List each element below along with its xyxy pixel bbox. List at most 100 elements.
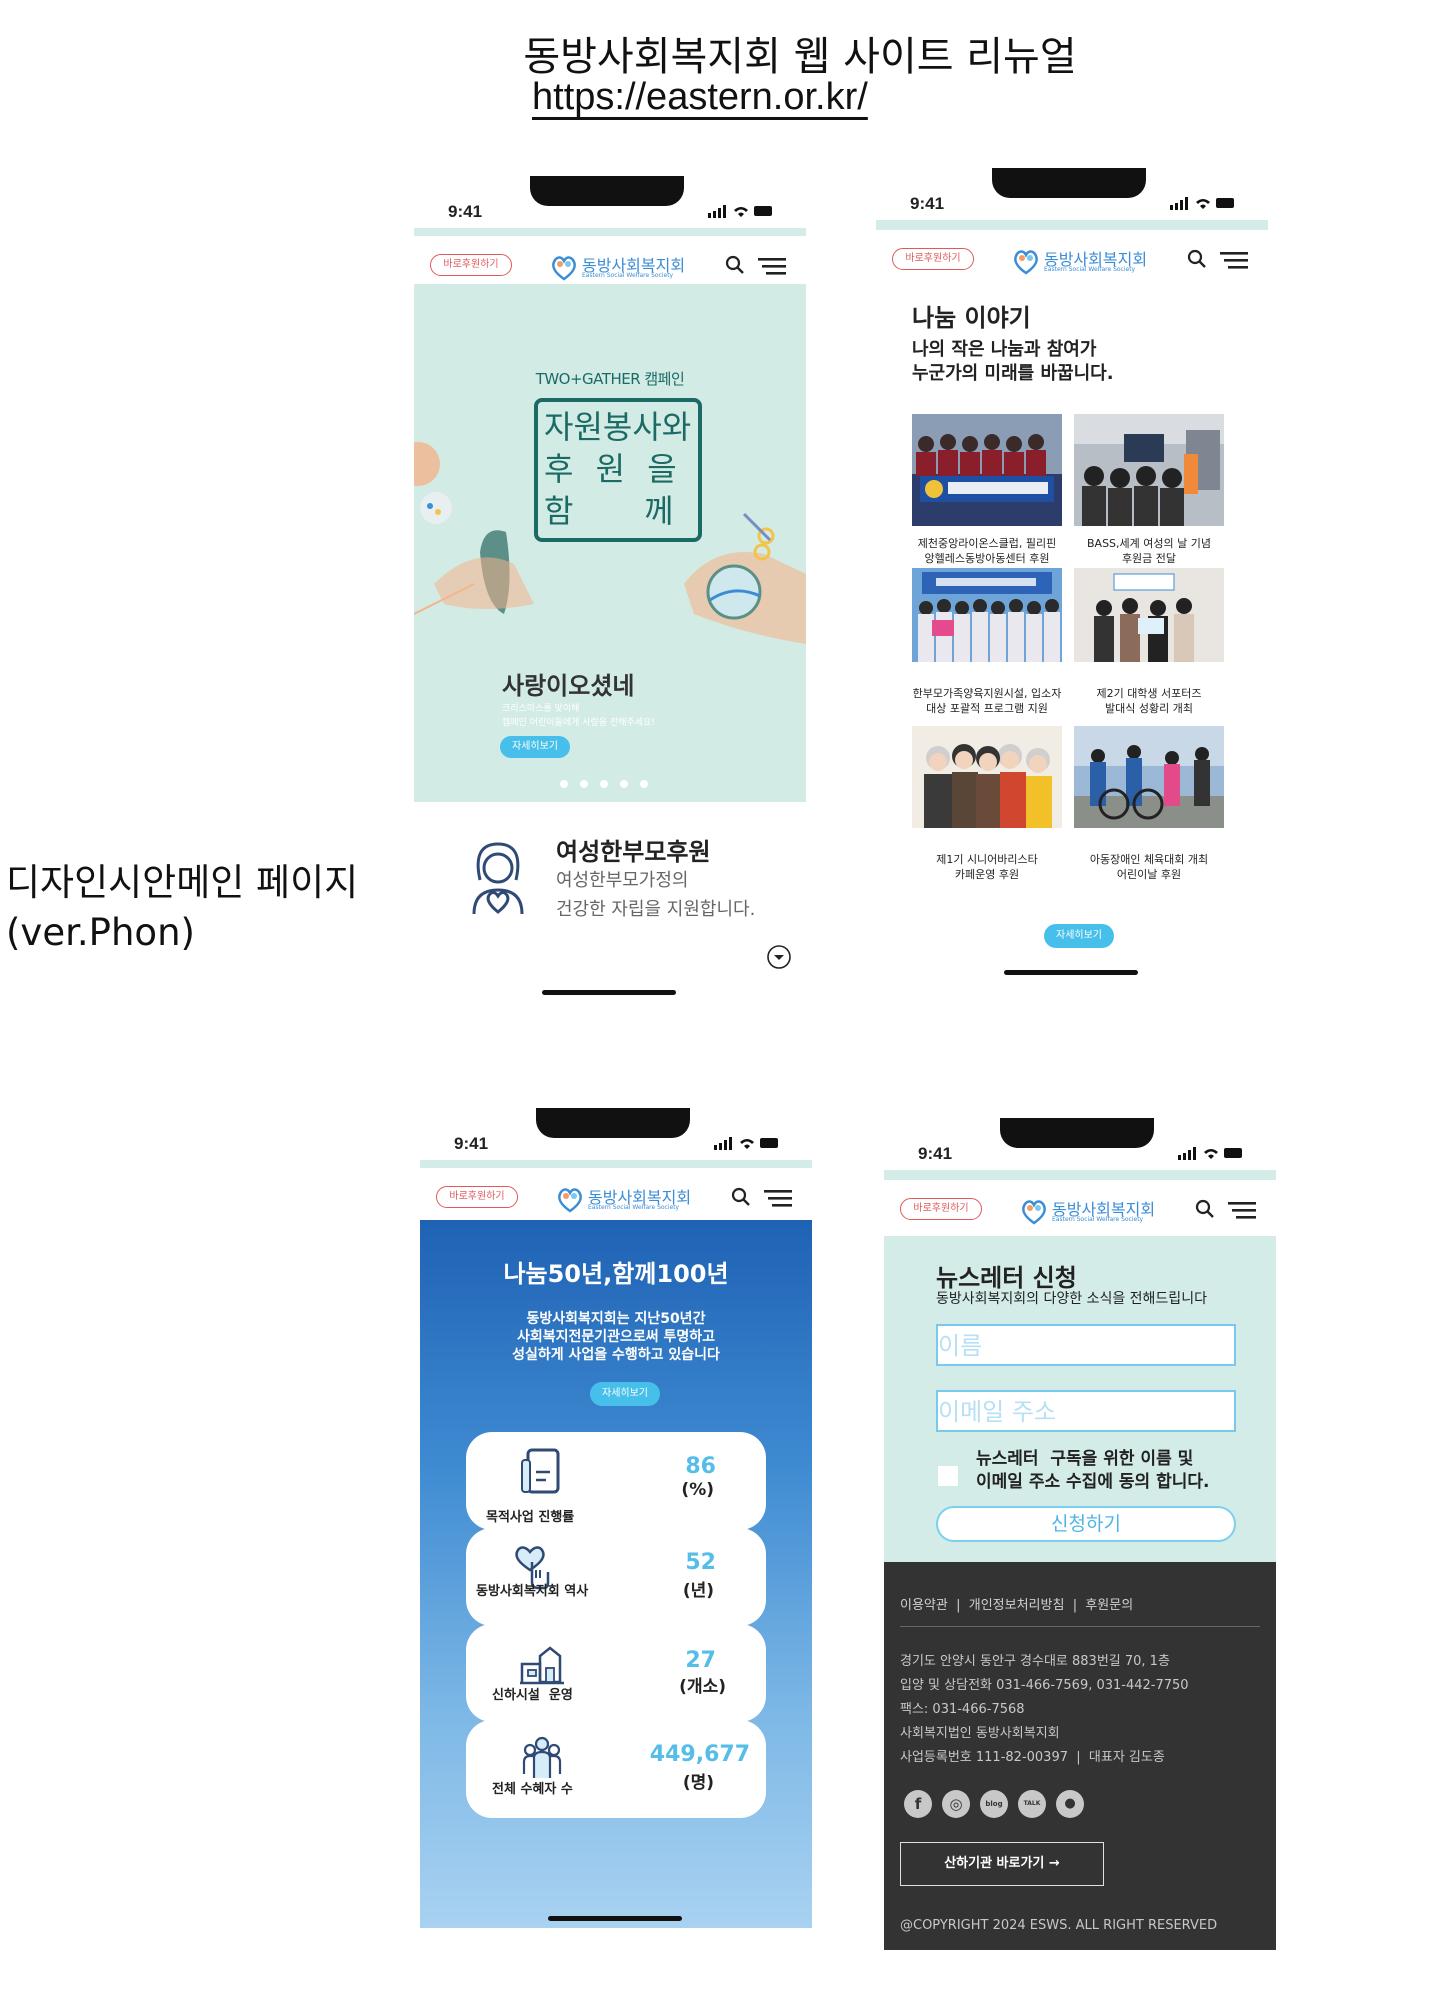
stat-value: 86	[685, 1454, 716, 1479]
logo-icon	[1022, 1200, 1046, 1225]
donate-button[interactable]: 바로후원하기	[430, 254, 512, 276]
logo[interactable]: 동방사회복지회 Eastern Social Welfare Society	[1020, 1194, 1160, 1228]
search-icon[interactable]	[1186, 248, 1208, 270]
notch	[530, 176, 684, 206]
story-photo[interactable]	[912, 568, 1062, 662]
stat-value: 27	[685, 1648, 716, 1673]
story-caption[interactable]: 제1기 시니어바리스타 카페운영 후원	[902, 852, 1072, 882]
menu-icon[interactable]	[1220, 250, 1250, 270]
people-icon	[522, 1736, 562, 1778]
stats-more-button[interactable]: 자세히보기	[590, 1382, 660, 1406]
subscribe-button[interactable]: 신청하기	[936, 1506, 1236, 1542]
menu-icon[interactable]	[758, 256, 788, 276]
slide-dot[interactable]	[580, 780, 588, 788]
story-caption-line2: 앙헬레스동방아동센터 후원	[924, 552, 1050, 565]
logo[interactable]: 동방사회복지회 Eastern Social Welfare Society	[550, 250, 690, 284]
campaign-box: 자원봉사와 후 원 을 함 께	[534, 398, 702, 542]
story-photo[interactable]	[1074, 414, 1224, 526]
story-photo[interactable]	[1074, 568, 1224, 662]
logo[interactable]: 동방사회복지회 Eastern Social Welfare Society	[1012, 244, 1152, 278]
consent-checkbox[interactable]	[938, 1466, 958, 1486]
blog-icon[interactable]: blog	[980, 1790, 1008, 1818]
story-photo[interactable]	[912, 414, 1062, 526]
story-caption[interactable]: 제2기 대학생 서포터즈 발대식 성황리 개최	[1064, 686, 1234, 716]
stat-label: 목적사업 진행률	[486, 1510, 575, 1525]
name-field[interactable]: 이름	[936, 1324, 1236, 1366]
story-caption[interactable]: 한부모가족양육지원시설, 입소자 대상 포괄적 프로그램 지원	[902, 686, 1072, 716]
building-icon	[520, 1646, 564, 1685]
business-line: 사업등록번호 111-82-00397 | 대표자 김도종	[900, 1750, 1165, 1765]
story-photo[interactable]	[1074, 726, 1224, 828]
section-subtitle: 나의 작은 나눔과 참여가 누군가의 미래를 바꿉니다.	[912, 338, 1114, 386]
footer-links[interactable]: 이용약관 | 개인정보처리방침 | 후원문의	[900, 1594, 1133, 1613]
fax-line: 팩스: 031-466-7568	[900, 1702, 1025, 1717]
copyright: @COPYRIGHT 2024 ESWS. ALL RIGHT RESERVED	[900, 1918, 1218, 1933]
phone-line: 입양 및 상담전화 031-466-7569, 031-442-7750	[900, 1678, 1189, 1693]
status-bar: 9:41	[876, 168, 1268, 226]
donate-button[interactable]: 바로후원하기	[436, 1186, 518, 1208]
hero-title: 사랑이오셨네	[502, 672, 635, 700]
slide-dot[interactable]	[620, 780, 628, 788]
story-caption[interactable]: BASS,세계 여성의 날 기념 후원금 전달	[1064, 536, 1234, 566]
story-caption-line1: 제천중앙라이온스클럽, 필리핀	[917, 537, 1057, 550]
logo-subtitle: Eastern Social Welfare Society	[1044, 266, 1136, 273]
story-caption[interactable]: 아동장애인 체육대회 개최 어린이날 후원	[1064, 852, 1234, 882]
stat-label: 전체 수혜자 수	[492, 1782, 573, 1797]
donate-button[interactable]: 바로후원하기	[892, 248, 974, 270]
facebook-icon[interactable]: f	[904, 1790, 932, 1818]
phone-newsletter-footer: 9:41 바로후원하기 동방사회복지회 Eastern Social Welfa…	[884, 1118, 1276, 1950]
menu-icon[interactable]	[764, 1188, 794, 1208]
story-caption[interactable]: 제천중앙라이온스클럽, 필리핀 앙헬레스동방아동센터 후원	[902, 536, 1072, 566]
search-icon[interactable]	[724, 254, 746, 276]
stat-unit: (년)	[682, 1581, 714, 1601]
logo-subtitle: Eastern Social Welfare Society	[1052, 1216, 1144, 1223]
donate-button[interactable]: 바로후원하기	[900, 1198, 982, 1220]
home-indicator	[1004, 970, 1138, 975]
stat-value: 449,677	[649, 1742, 750, 1767]
navbar: 바로후원하기 동방사회복지회 Eastern Social Welfare So…	[876, 230, 1268, 286]
stat-card: 동방사회복지회 역사 52 (년)	[466, 1528, 766, 1626]
slide-dot[interactable]	[560, 780, 568, 788]
status-bar: 9:41	[884, 1118, 1276, 1176]
status-bar: 9:41	[414, 176, 806, 234]
status-time: 9:41	[918, 1144, 953, 1163]
newsletter-section: 뉴스레터 신청 동방사회복지회의 다양한 소식을 전해드립니다 이름 이메일 주…	[884, 1236, 1276, 1562]
search-icon[interactable]	[730, 1186, 752, 1208]
stories-more-button[interactable]: 자세히보기	[1044, 924, 1114, 948]
side-label: 디자인시안메인 페이지 (ver.Phon)	[6, 858, 358, 958]
photo-meeting-icon	[1074, 414, 1224, 526]
status-bar: 9:41	[420, 1108, 812, 1166]
logo[interactable]: 동방사회복지회 Eastern Social Welfare Society	[556, 1182, 696, 1216]
email-field[interactable]: 이메일 주소	[936, 1390, 1236, 1432]
status-icons	[714, 1137, 778, 1150]
menu-icon[interactable]	[1228, 1200, 1258, 1220]
story-icon[interactable]: ●	[1056, 1790, 1084, 1818]
stat-card: 목적사업 진행률 86 (%)	[466, 1432, 766, 1530]
story-caption-line1: 아동장애인 체육대회 개최	[1089, 853, 1209, 866]
logo-icon	[1014, 250, 1038, 275]
stats-section: 나눔50년,함께100년 동방사회복지회는 지난50년간 사회복지전문기관으로써…	[420, 1220, 812, 1928]
logo-subtitle: Eastern Social Welfare Society	[588, 1204, 680, 1211]
side-label-line2: (ver.Phon)	[6, 911, 195, 954]
site-url[interactable]: https://eastern.or.kr/	[532, 76, 868, 119]
campaign-line-2: 후 원 을	[544, 450, 683, 488]
hero-more-button[interactable]: 자세히보기	[500, 736, 570, 758]
talk-icon[interactable]: TALK	[1018, 1790, 1046, 1818]
hero-subtitle: 크리스마스를 맞이해 캠페인 어린이들에게 사랑을 전해주세요!	[502, 702, 702, 730]
hero-banner[interactable]: TWO+GATHER 캠페인 자원봉사와 후 원 을 함 께 사랑이오셨네 크리…	[414, 284, 806, 802]
search-icon[interactable]	[1194, 1198, 1216, 1220]
hero-subtitle-line2: 캠페인 어린이들에게 사랑을 전해주세요!	[502, 718, 655, 728]
home-indicator	[548, 1916, 682, 1921]
campaign-line-3: 함 께	[544, 492, 680, 530]
slide-dot[interactable]	[640, 780, 648, 788]
status-time: 9:41	[454, 1134, 489, 1153]
instagram-icon[interactable]: ◎	[942, 1790, 970, 1818]
story-photo[interactable]	[912, 726, 1062, 828]
navbar: 바로후원하기 동방사회복지회 Eastern Social Welfare So…	[420, 1168, 812, 1224]
story-glyph: ●	[1064, 1796, 1076, 1811]
slide-dot[interactable]	[600, 780, 608, 788]
chevron-down-icon[interactable]	[766, 944, 792, 970]
affiliate-link-button[interactable]: 산하기관 바로가기 →	[900, 1842, 1104, 1886]
photo-group-icon	[912, 568, 1062, 662]
footer: 이용약관 | 개인정보처리방침 | 후원문의 경기도 안양시 동안구 경수대로 …	[884, 1562, 1276, 1950]
